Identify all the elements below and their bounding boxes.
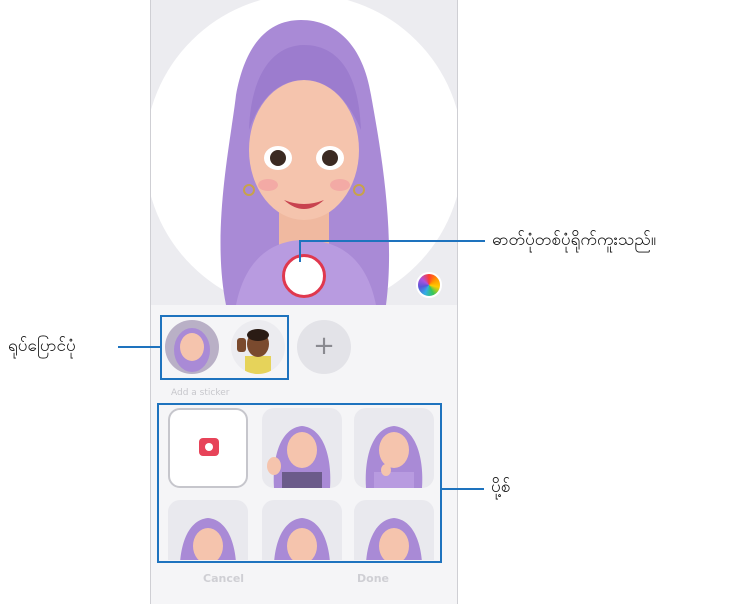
camera-preview <box>151 0 457 305</box>
add-avatar-button[interactable]: + <box>297 320 351 374</box>
done-button[interactable]: Done <box>357 572 389 585</box>
callout-label-capture: ဓာတ်ပုံတစ်ပုံရိုက်ကူးသည်။ <box>492 230 656 250</box>
cancel-button[interactable]: Cancel <box>203 572 244 585</box>
callout-line-capture-drop <box>299 240 301 262</box>
callout-line-capture <box>299 240 485 242</box>
callout-label-stickers: ပို့စ် <box>491 477 511 497</box>
bottom-bar: Cancel Done <box>151 560 457 604</box>
callout-box-avatars <box>160 315 289 380</box>
callout-box-stickers <box>157 403 442 563</box>
capture-button[interactable] <box>282 254 326 298</box>
callout-line-avatars <box>118 346 160 348</box>
section-label: Add a sticker <box>171 388 230 398</box>
callout-label-switch-avatar: ရုပ်ပြောင်ပုံ <box>8 336 76 356</box>
color-picker-icon[interactable] <box>416 272 442 298</box>
callout-line-stickers <box>442 488 484 490</box>
